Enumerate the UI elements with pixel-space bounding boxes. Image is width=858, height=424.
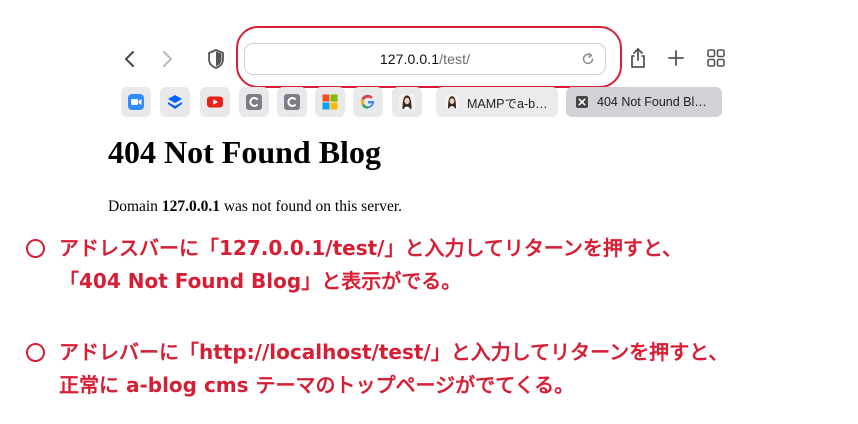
body-prefix: Domain [108, 198, 162, 215]
address-text[interactable]: 127.0.0.1/test/ [380, 51, 470, 67]
avatar-icon [399, 94, 415, 110]
plus-icon[interactable] [664, 46, 688, 70]
note-line: 「404 Not Found Blog」と表示がでる。 [59, 269, 462, 293]
grid-icon[interactable] [704, 46, 728, 70]
favorite-microsoft[interactable] [315, 87, 345, 117]
annotation-note-2: アドレバーに「http://localhost/test/」と入力してリターンを… [26, 336, 728, 402]
shield-icon[interactable] [206, 48, 226, 70]
bullet-circle-icon [26, 343, 45, 362]
tab-label: MAMPでa-b… [467, 96, 548, 111]
google-icon [360, 94, 375, 109]
body-domain: 127.0.0.1 [161, 198, 220, 215]
bullet-circle-icon [26, 239, 45, 258]
c-letter-icon [284, 94, 300, 110]
reload-icon[interactable] [581, 52, 595, 66]
tab-label: 404 Not Found Bl… [597, 95, 707, 109]
tab-mamp[interactable]: MAMPでa-b… [436, 87, 558, 117]
favorite-c-site[interactable] [239, 87, 269, 117]
favorite-c-site-2[interactable] [277, 87, 307, 117]
tab-404-not-found[interactable]: 404 Not Found Bl… [566, 87, 722, 117]
favorite-avatar[interactable] [392, 87, 422, 117]
favorite-dropbox[interactable] [160, 87, 190, 117]
address-host: 127.0.0.1 [379, 51, 440, 67]
note-line: 正常に a-blog cms テーマのトップページがでてくる。 [59, 373, 575, 397]
dropbox-icon [168, 95, 182, 109]
microsoft-icon [322, 94, 338, 110]
note-line: アドレスバーに「127.0.0.1/test/」と入力してリターンを押すと、 [59, 236, 683, 260]
close-box-icon[interactable] [574, 94, 590, 110]
favorite-youtube[interactable] [200, 87, 230, 117]
page-title: 404 Not Found Blog [108, 134, 381, 170]
youtube-icon [207, 96, 223, 108]
address-path: /test/ [439, 51, 471, 67]
forward-button[interactable] [156, 46, 178, 72]
page-body: Domain 127.0.0.1 was not found on this s… [108, 198, 402, 216]
chevron-right-icon [163, 51, 172, 67]
back-button[interactable] [119, 46, 141, 72]
zoom-icon [128, 94, 144, 110]
avatar-icon [444, 94, 460, 110]
share-icon[interactable] [626, 46, 650, 70]
annotation-note-1: アドレスバーに「127.0.0.1/test/」と入力してリターンを押すと、 「… [26, 232, 682, 298]
note-line: アドレバーに「http://localhost/test/」と入力してリターンを… [59, 340, 729, 364]
chevron-left-icon [125, 51, 134, 67]
c-letter-icon [246, 94, 262, 110]
favorite-zoom[interactable] [121, 87, 151, 117]
favorite-google[interactable] [353, 87, 383, 117]
address-bar[interactable]: 127.0.0.1/test/ [244, 43, 606, 75]
body-suffix: was not found on this server. [219, 198, 403, 215]
